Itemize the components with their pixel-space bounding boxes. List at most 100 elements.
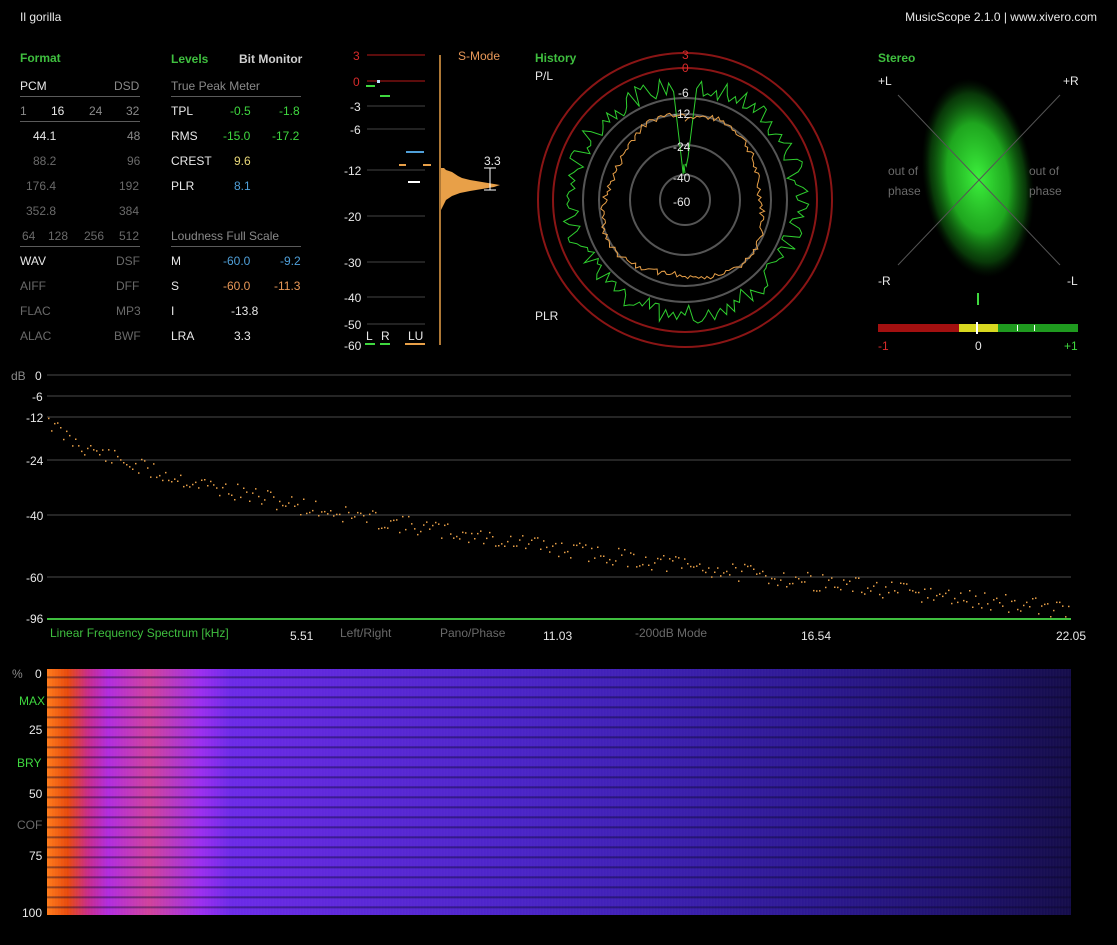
spectrum-dot: [672, 560, 674, 562]
spectrum-dot: [444, 524, 446, 527]
spectrum-dot: [462, 531, 464, 534]
spectrum-dot: [645, 556, 647, 558]
spectrum-dot: [141, 458, 143, 461]
spectrum-mode-label[interactable]: Linear Frequency Spectrum [kHz]: [50, 626, 229, 640]
spectrum-dot: [945, 592, 947, 595]
spectrum-dot: [957, 601, 959, 604]
spectrum-dot: [807, 571, 809, 574]
spectrum-dot: [189, 486, 191, 488]
pano-phase-button[interactable]: Pano/Phase: [440, 626, 505, 640]
spectrum-dot: [987, 603, 989, 605]
spectrum-dot: [1023, 604, 1025, 607]
spectrum-dot: [774, 578, 776, 580]
spectrum-dot: [552, 545, 554, 547]
spectrum-dot: [417, 533, 419, 536]
spectrum-dot: [1053, 609, 1055, 612]
spectrum-dot: [897, 591, 899, 594]
spectrum-dot: [963, 599, 965, 602]
spectrum-dot: [765, 575, 767, 577]
spectrum-dot: [177, 480, 179, 482]
spectrum-dot: [873, 585, 875, 587]
spectrum-dot: [819, 590, 821, 592]
spectrum-dot: [1029, 606, 1031, 608]
spectrum-dot: [624, 549, 626, 551]
spectrum-dot: [66, 430, 68, 433]
pct-tick-0: 0: [35, 667, 42, 681]
spectrum-dot: [1002, 605, 1004, 607]
freq-tick-5: 5.51: [290, 629, 314, 643]
spectrum-dot: [390, 520, 392, 522]
spectrum-dot: [435, 521, 437, 524]
spectrum-dot: [468, 541, 470, 544]
spectrum-dot: [723, 572, 725, 574]
spectrum-dot: [216, 487, 218, 489]
spectrum-dot: [432, 524, 434, 527]
spectrum-dot: [960, 592, 962, 594]
spectrum-dot: [255, 488, 257, 490]
spectrum-dot: [804, 581, 806, 583]
spectrum-dot: [297, 503, 299, 506]
spectrum-dot: [792, 582, 794, 585]
spectrum-dot: [174, 478, 176, 480]
spectrum-dot: [147, 467, 149, 469]
spectrum-dot: [1065, 616, 1067, 618]
spectrum-dot: [912, 590, 914, 592]
spectrum-dot: [888, 591, 890, 594]
spectrum-dot: [327, 513, 329, 515]
spectrum-dot: [966, 601, 968, 603]
spectrum-dot: [585, 544, 587, 546]
spectrum-dot: [213, 484, 215, 486]
spectrum-dot: [315, 500, 317, 503]
spectrum-dot: [594, 557, 596, 559]
spectrum-dot: [828, 579, 830, 581]
spectrum-dot: [858, 577, 860, 579]
spectrum-dot: [150, 476, 152, 478]
spectrum-dot: [810, 575, 812, 577]
spectrum-dot: [423, 524, 425, 526]
spectrum-dot: [102, 449, 104, 451]
spectrum-dot: [1038, 613, 1040, 615]
spectrum-dot: [615, 560, 617, 562]
spectrum-dot: [420, 530, 422, 533]
spectrum-dot: [93, 449, 95, 451]
spectrum-dot: [867, 587, 869, 589]
spectrum-dot: [453, 537, 455, 539]
spectrum-dot: [450, 533, 452, 535]
spectrum-dot: [714, 571, 716, 573]
spectrum-dot: [330, 510, 332, 512]
spectrum-dot: [621, 554, 623, 556]
spectrum-dot: [363, 515, 365, 517]
spectrum-dot: [183, 485, 185, 488]
spectrum-dot: [132, 468, 134, 470]
spectrum-dot: [237, 483, 239, 486]
spectrum-dot: [507, 540, 509, 543]
spectrum-dot: [726, 570, 728, 573]
spectrum-dot: [537, 537, 539, 539]
spectrum-dot: [783, 572, 785, 574]
spectrum-dot: [48, 417, 50, 420]
200db-mode-button[interactable]: -200dB Mode: [635, 626, 707, 640]
spectrum-dot: [228, 493, 230, 495]
spectrum-dot: [375, 511, 377, 514]
spectrum-dot: [669, 558, 671, 560]
left-right-button[interactable]: Left/Right: [340, 626, 391, 640]
spectrum-dot: [846, 583, 848, 585]
spectrum-dot: [681, 567, 683, 569]
spectrum-dot: [864, 593, 866, 595]
spectrum-dot: [324, 510, 326, 513]
spectrum-dot: [981, 607, 983, 609]
spectrum-dot: [894, 590, 896, 592]
spectrum-dot: [1056, 601, 1058, 604]
spectrum-dot: [411, 523, 413, 525]
spectrum-dot: [138, 472, 140, 474]
spectrum-dot: [885, 586, 887, 588]
spectrum-dot: [831, 577, 833, 579]
spectrum-dot: [378, 528, 380, 530]
spectrum-dot: [513, 545, 515, 547]
spectrum-dot: [528, 543, 530, 545]
spectrum-dot: [201, 479, 203, 481]
pct-tick-75: 75: [29, 849, 43, 863]
spectrum-dot: [498, 545, 500, 547]
spectrum-dot: [600, 555, 602, 557]
spectrum-dot: [309, 511, 311, 514]
